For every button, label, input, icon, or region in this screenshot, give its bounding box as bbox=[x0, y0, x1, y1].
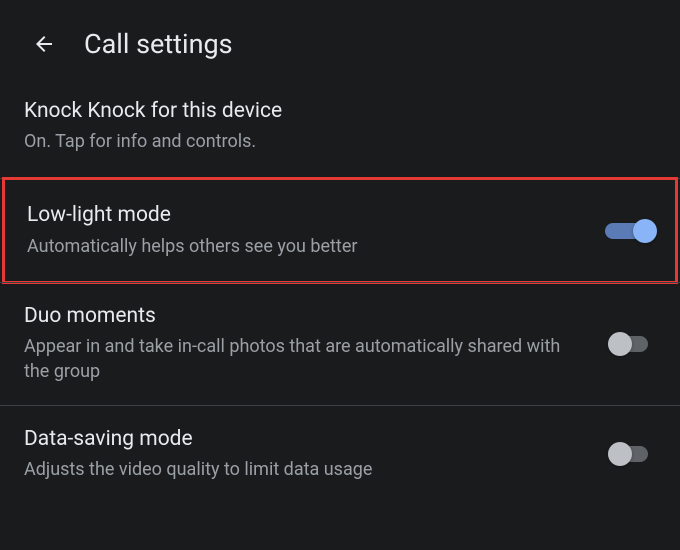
setting-content: Knock Knock for this device On. Tap for … bbox=[24, 98, 656, 154]
low-light-mode-item[interactable]: Low-light mode Automatically helps other… bbox=[5, 180, 675, 280]
setting-subtitle: Appear in and take in-call photos that a… bbox=[24, 334, 588, 384]
setting-subtitle: Adjusts the video quality to limit data … bbox=[24, 457, 588, 482]
toggle-thumb bbox=[608, 332, 632, 356]
low-light-toggle[interactable] bbox=[605, 218, 653, 244]
toggle-thumb bbox=[608, 442, 632, 466]
setting-title: Low-light mode bbox=[27, 202, 585, 229]
setting-title: Data-saving mode bbox=[24, 426, 588, 453]
setting-title: Duo moments bbox=[24, 303, 588, 330]
page-title: Call settings bbox=[84, 28, 233, 60]
setting-content: Low-light mode Automatically helps other… bbox=[27, 202, 605, 258]
header: Call settings bbox=[0, 0, 680, 88]
toggle-thumb bbox=[633, 219, 657, 243]
setting-subtitle: Automatically helps others see you bette… bbox=[27, 234, 585, 259]
back-arrow-icon[interactable] bbox=[32, 32, 56, 56]
data-saving-mode-item[interactable]: Data-saving mode Adjusts the video quali… bbox=[0, 406, 680, 502]
duo-moments-item[interactable]: Duo moments Appear in and take in-call p… bbox=[0, 283, 680, 406]
setting-content: Duo moments Appear in and take in-call p… bbox=[24, 303, 608, 385]
settings-list: Knock Knock for this device On. Tap for … bbox=[0, 88, 680, 502]
setting-content: Data-saving mode Adjusts the video quali… bbox=[24, 426, 608, 482]
setting-subtitle: On. Tap for info and controls. bbox=[24, 129, 636, 154]
data-saving-toggle[interactable] bbox=[608, 441, 656, 467]
setting-title: Knock Knock for this device bbox=[24, 98, 636, 125]
knock-knock-item[interactable]: Knock Knock for this device On. Tap for … bbox=[0, 88, 680, 179]
duo-moments-toggle[interactable] bbox=[608, 331, 656, 357]
highlight-annotation: Low-light mode Automatically helps other… bbox=[2, 177, 678, 283]
